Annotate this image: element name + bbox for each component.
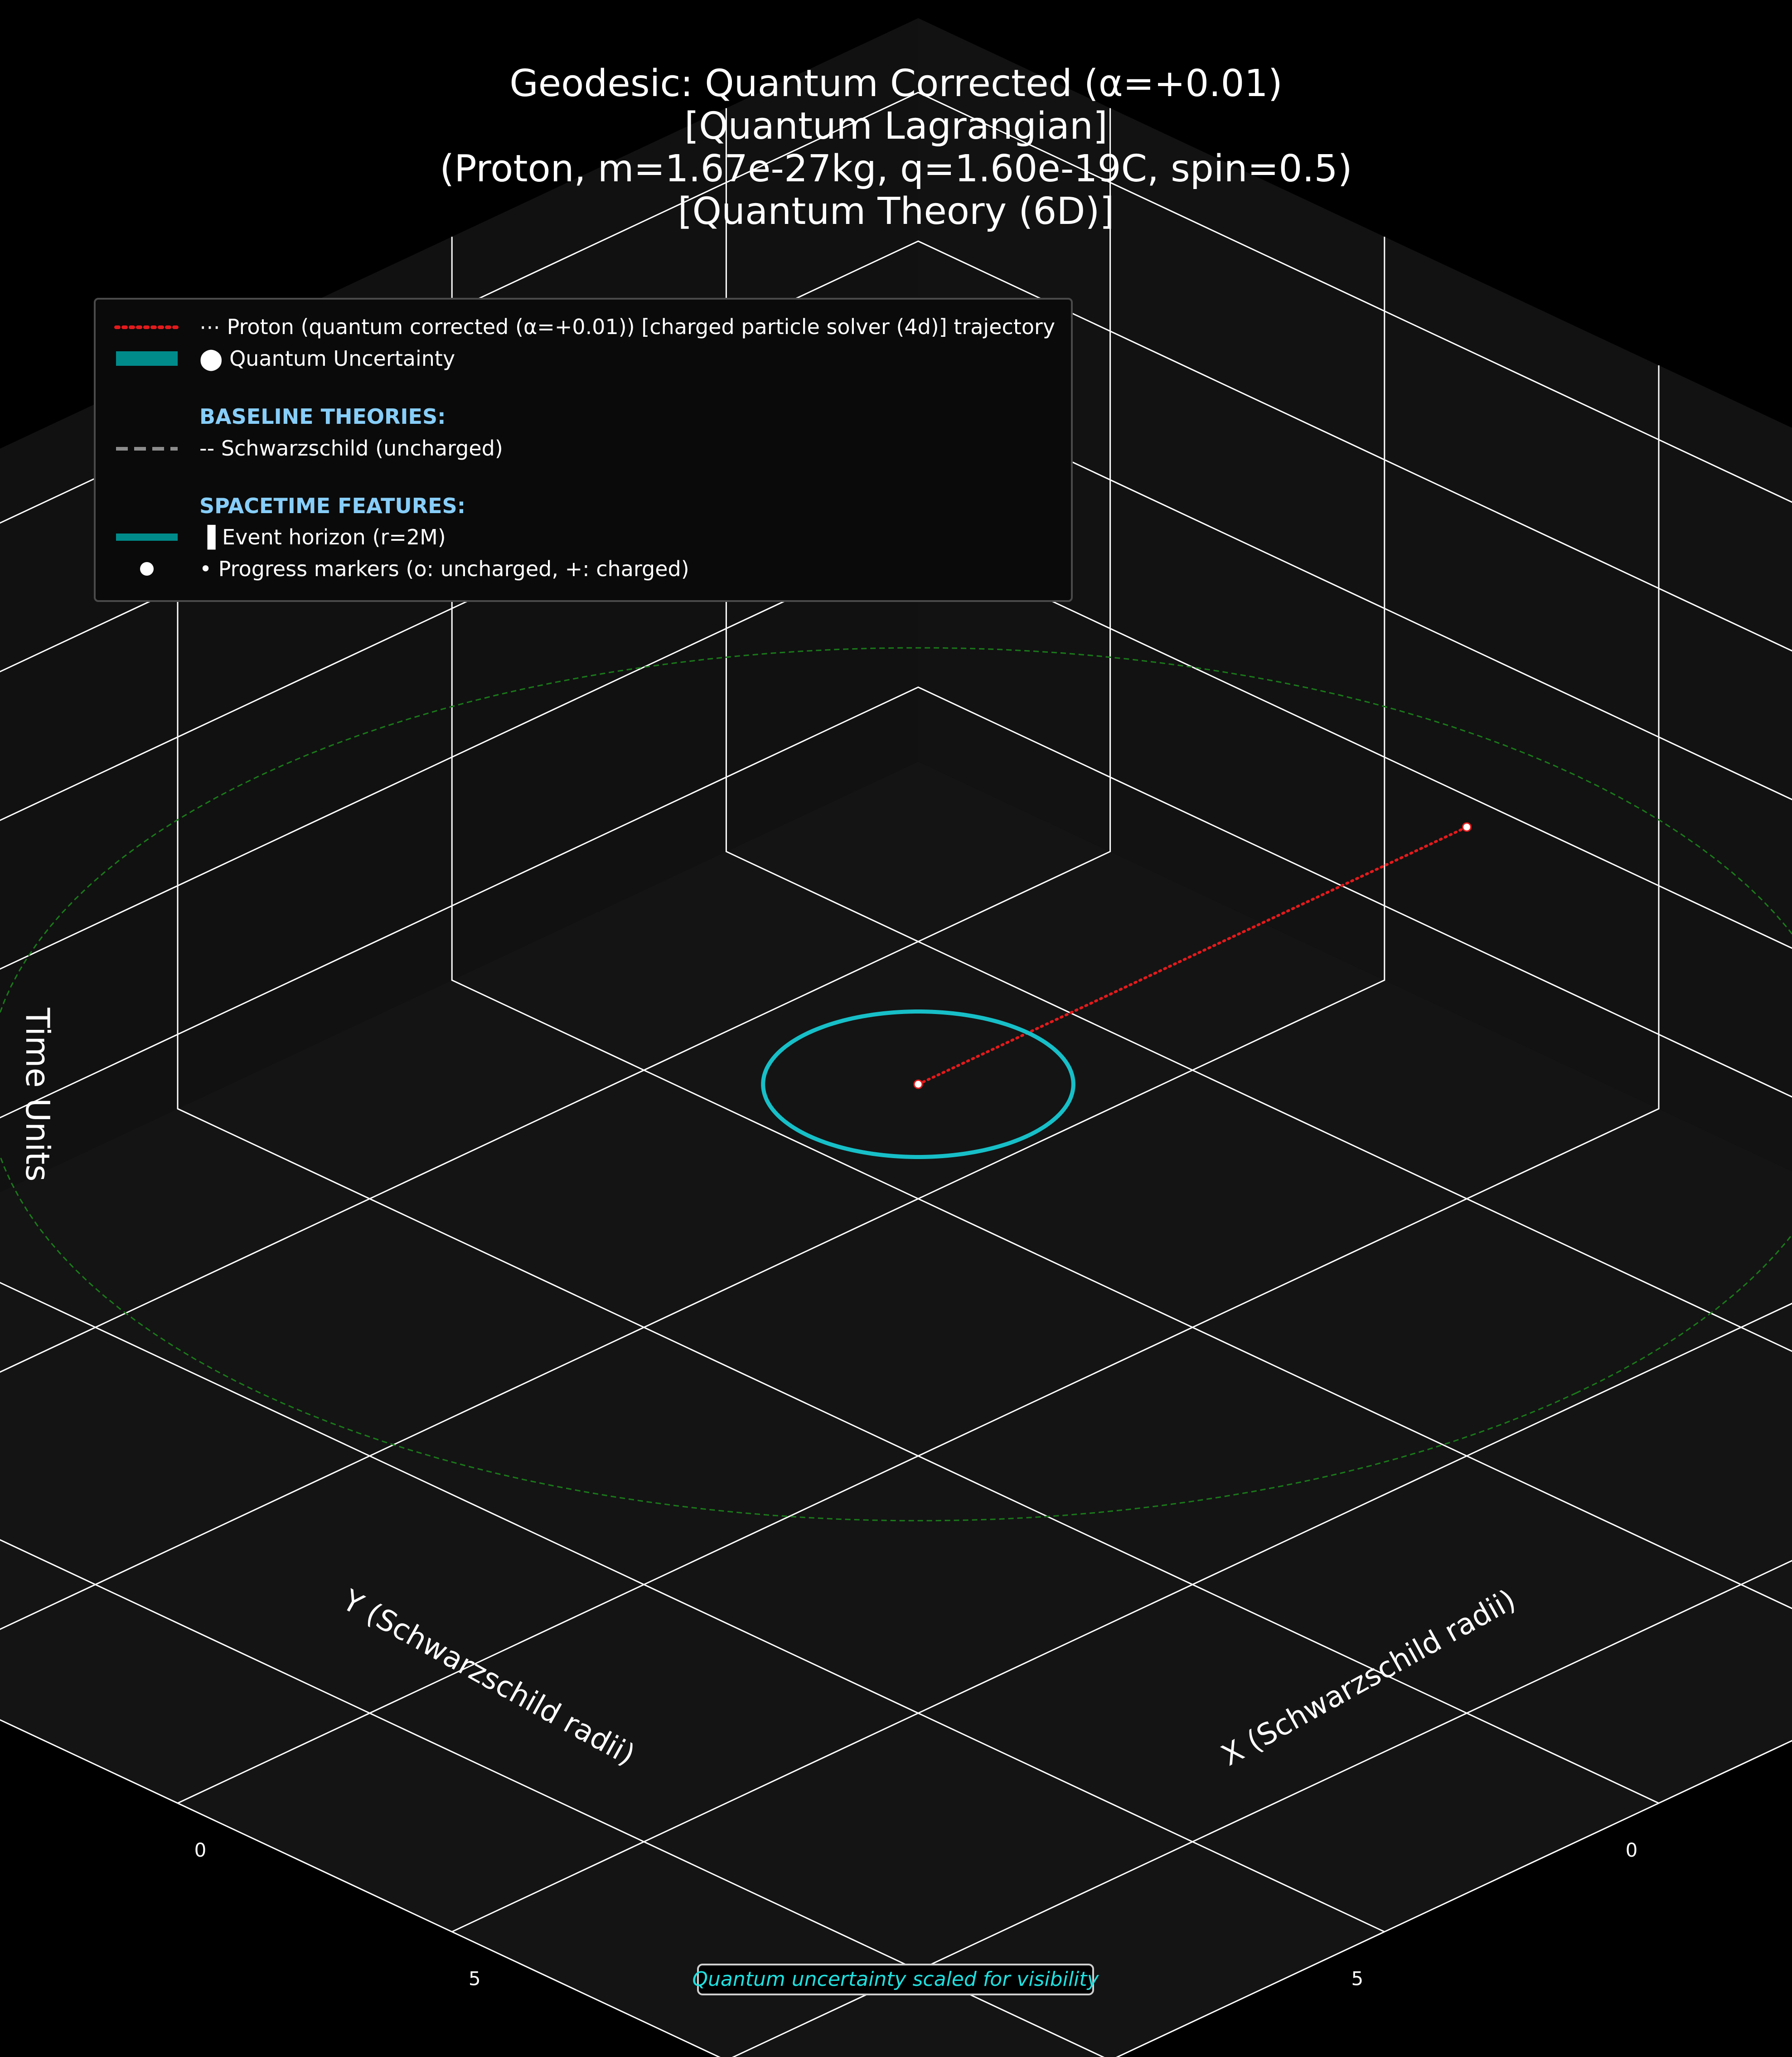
progress-marker-1 [1462,822,1472,832]
progress-marker-0 [913,1079,923,1089]
x-tick-label: 5 [469,1968,481,1990]
title-line-1: Geodesic: Quantum Corrected (α=+0.01) [509,62,1283,105]
x-tick-label: 0 [194,1839,207,1861]
title-line-4: [Quantum Theory (6D)] [678,190,1114,233]
legend-trajectory-label: ⋯ Proton (quantum corrected (α=+0.01)) [… [199,315,1055,339]
legend-spacetime-heading: SPACETIME FEATURES: [199,494,465,518]
legend-marker-swatch [140,562,154,576]
z-axis-label: Time Units [19,1007,57,1181]
legend: ⋯ Proton (quantum corrected (α=+0.01)) [… [94,298,1073,602]
legend-marker-label: • Progress markers (o: uncharged, +: cha… [199,557,689,581]
y-tick-label: 0 [1626,1839,1638,1861]
y-tick-label: 5 [1351,1968,1363,1990]
legend-horizon-label: ▐ Event horizon (r=2M) [199,524,446,550]
legend-schwarzschild-label: -- Schwarzschild (uncharged) [199,436,503,461]
legend-baseline-heading: BASELINE THEORIES: [199,404,446,429]
title-line-3: (Proton, m=1.67e-27kg, q=1.60e-19C, spin… [440,147,1352,190]
footnote-text: Quantum uncertainty scaled for visibilit… [692,1968,1099,1991]
title-line-2: [Quantum Lagrangian] [684,105,1108,148]
legend-uncertainty-label: ⬤ Quantum Uncertainty [199,346,455,371]
legend-uncertainty-swatch [116,351,178,366]
figure: −10−50510−10−50510−0.04−0.020.000.020.04… [0,0,1792,2057]
footnote: Quantum uncertainty scaled for visibilit… [692,1964,1099,1995]
